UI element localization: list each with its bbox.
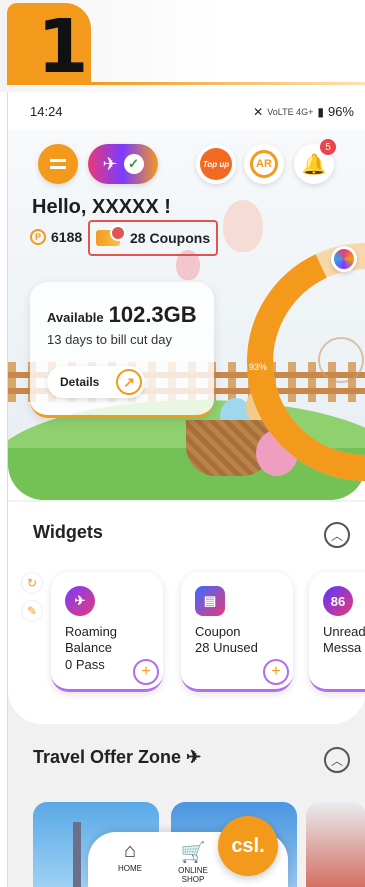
widget-line: 0 Pass <box>65 657 105 672</box>
status-time: 14:24 <box>30 104 63 119</box>
notification-badge: 5 <box>320 139 336 155</box>
nav-online-shop[interactable]: 🛒 ONLINE SHOP <box>168 840 218 884</box>
step-number: 1 <box>37 4 89 90</box>
usage-ring-arc <box>247 243 365 481</box>
topup-icon: Top up <box>200 148 232 180</box>
details-button[interactable]: Details ↗ <box>47 366 145 398</box>
widget-roaming-balance[interactable]: ✈ Roaming Balance 0 Pass + <box>51 572 163 692</box>
data-usage-card: Available 102.3GB 13 days to bill cut da… <box>30 282 214 418</box>
tower-illustration <box>73 822 81 887</box>
menu-button[interactable] <box>38 144 78 184</box>
widget-line: Unread <box>323 624 365 639</box>
coupon-icon: ▤ <box>195 586 225 616</box>
widget-line: Roaming <box>65 624 118 639</box>
status-bar: 14:24 ✕ VoLTE 4G+ ▮ 96% <box>8 92 365 130</box>
step-divider <box>91 82 365 85</box>
menu-icon <box>50 159 66 169</box>
battery-level: 96% <box>327 104 354 119</box>
signal-icon: ▮ <box>317 104 324 119</box>
step-header: 1 <box>0 0 365 92</box>
widget-coupon[interactable]: ▤ Coupon 28 Unused + <box>181 572 293 692</box>
widget-line: Coupon <box>195 624 241 639</box>
ar-button[interactable]: AR <box>244 144 284 184</box>
nav-home[interactable]: ⌂ HOME <box>105 840 155 873</box>
add-widget-button[interactable]: + <box>263 659 289 685</box>
widgets-title: Widgets <box>33 522 103 542</box>
widget-line: Balance <box>65 640 112 655</box>
widgets-collapse-button[interactable]: ︿ <box>324 522 350 548</box>
available-row: Available 102.3GB <box>47 302 197 328</box>
notifications-button[interactable]: 🔔 5 <box>294 139 336 184</box>
coupons-count: 28 Coupons <box>130 230 211 246</box>
status-icons: ✕ VoLTE 4G+ ▮ 96% <box>253 104 354 119</box>
step-badge: 1 <box>7 3 91 90</box>
message-icon: 86 <box>323 586 353 616</box>
usage-percent-label: 93% <box>249 362 268 372</box>
airplane-icon: ✈ <box>102 153 118 174</box>
nav-label: HOME <box>118 864 142 873</box>
theme-color-icon[interactable] <box>331 246 357 272</box>
roaming-icon: ✈ <box>65 586 95 616</box>
network-icon: VoLTE 4G+ <box>267 106 314 117</box>
details-label: Details <box>60 375 100 389</box>
travel-collapse-button[interactable]: ︿ <box>324 747 350 773</box>
points-icon: P <box>30 229 46 245</box>
check-icon: ✓ <box>123 154 144 174</box>
ferris-wheel-icon <box>318 337 364 383</box>
widget-unread-messages[interactable]: 86 Unread Messa <box>309 572 365 692</box>
travel-offer-card[interactable] <box>306 802 365 887</box>
coupon-icon <box>96 225 126 246</box>
available-value: 102.3GB <box>108 302 197 327</box>
widget-line: Messa <box>323 640 362 655</box>
greeting-text: Hello, XXXXX ! <box>32 196 171 218</box>
topup-button[interactable]: Top up <box>196 144 236 184</box>
points-value: 6188 <box>51 229 83 245</box>
edit-icon[interactable]: ✎ <box>21 600 43 622</box>
airplane-icon: ✈ <box>186 747 202 767</box>
nav-label: ONLINE SHOP <box>178 866 208 884</box>
phone-screen: 14:24 ✕ VoLTE 4G+ ▮ 96% ✈ ✓ Top up AR 🔔 … <box>7 92 365 887</box>
csl-home-button[interactable]: csl. <box>218 816 278 876</box>
points-link[interactable]: P 6188 <box>30 229 82 245</box>
bill-cut-text: 13 days to bill cut day <box>47 332 173 347</box>
home-icon: ⌂ <box>123 840 137 862</box>
roaming-toggle-button[interactable]: ✈ ✓ <box>88 144 158 184</box>
coupons-link[interactable]: 28 Coupons <box>88 220 218 256</box>
refresh-icon[interactable]: ↻ <box>21 572 43 594</box>
bell-icon: 🔔 <box>301 153 327 176</box>
add-widget-button[interactable]: + <box>133 659 159 685</box>
cart-icon: 🛒 <box>180 842 206 864</box>
ar-icon: AR <box>250 150 278 178</box>
travel-title-text: Travel Offer Zone <box>33 747 182 767</box>
widget-line: 28 Unused <box>195 640 258 655</box>
available-label: Available <box>47 310 104 325</box>
arrow-up-right-icon: ↗ <box>116 369 142 395</box>
mute-icon: ✕ <box>253 104 264 119</box>
travel-title: Travel Offer Zone ✈ <box>33 747 201 768</box>
